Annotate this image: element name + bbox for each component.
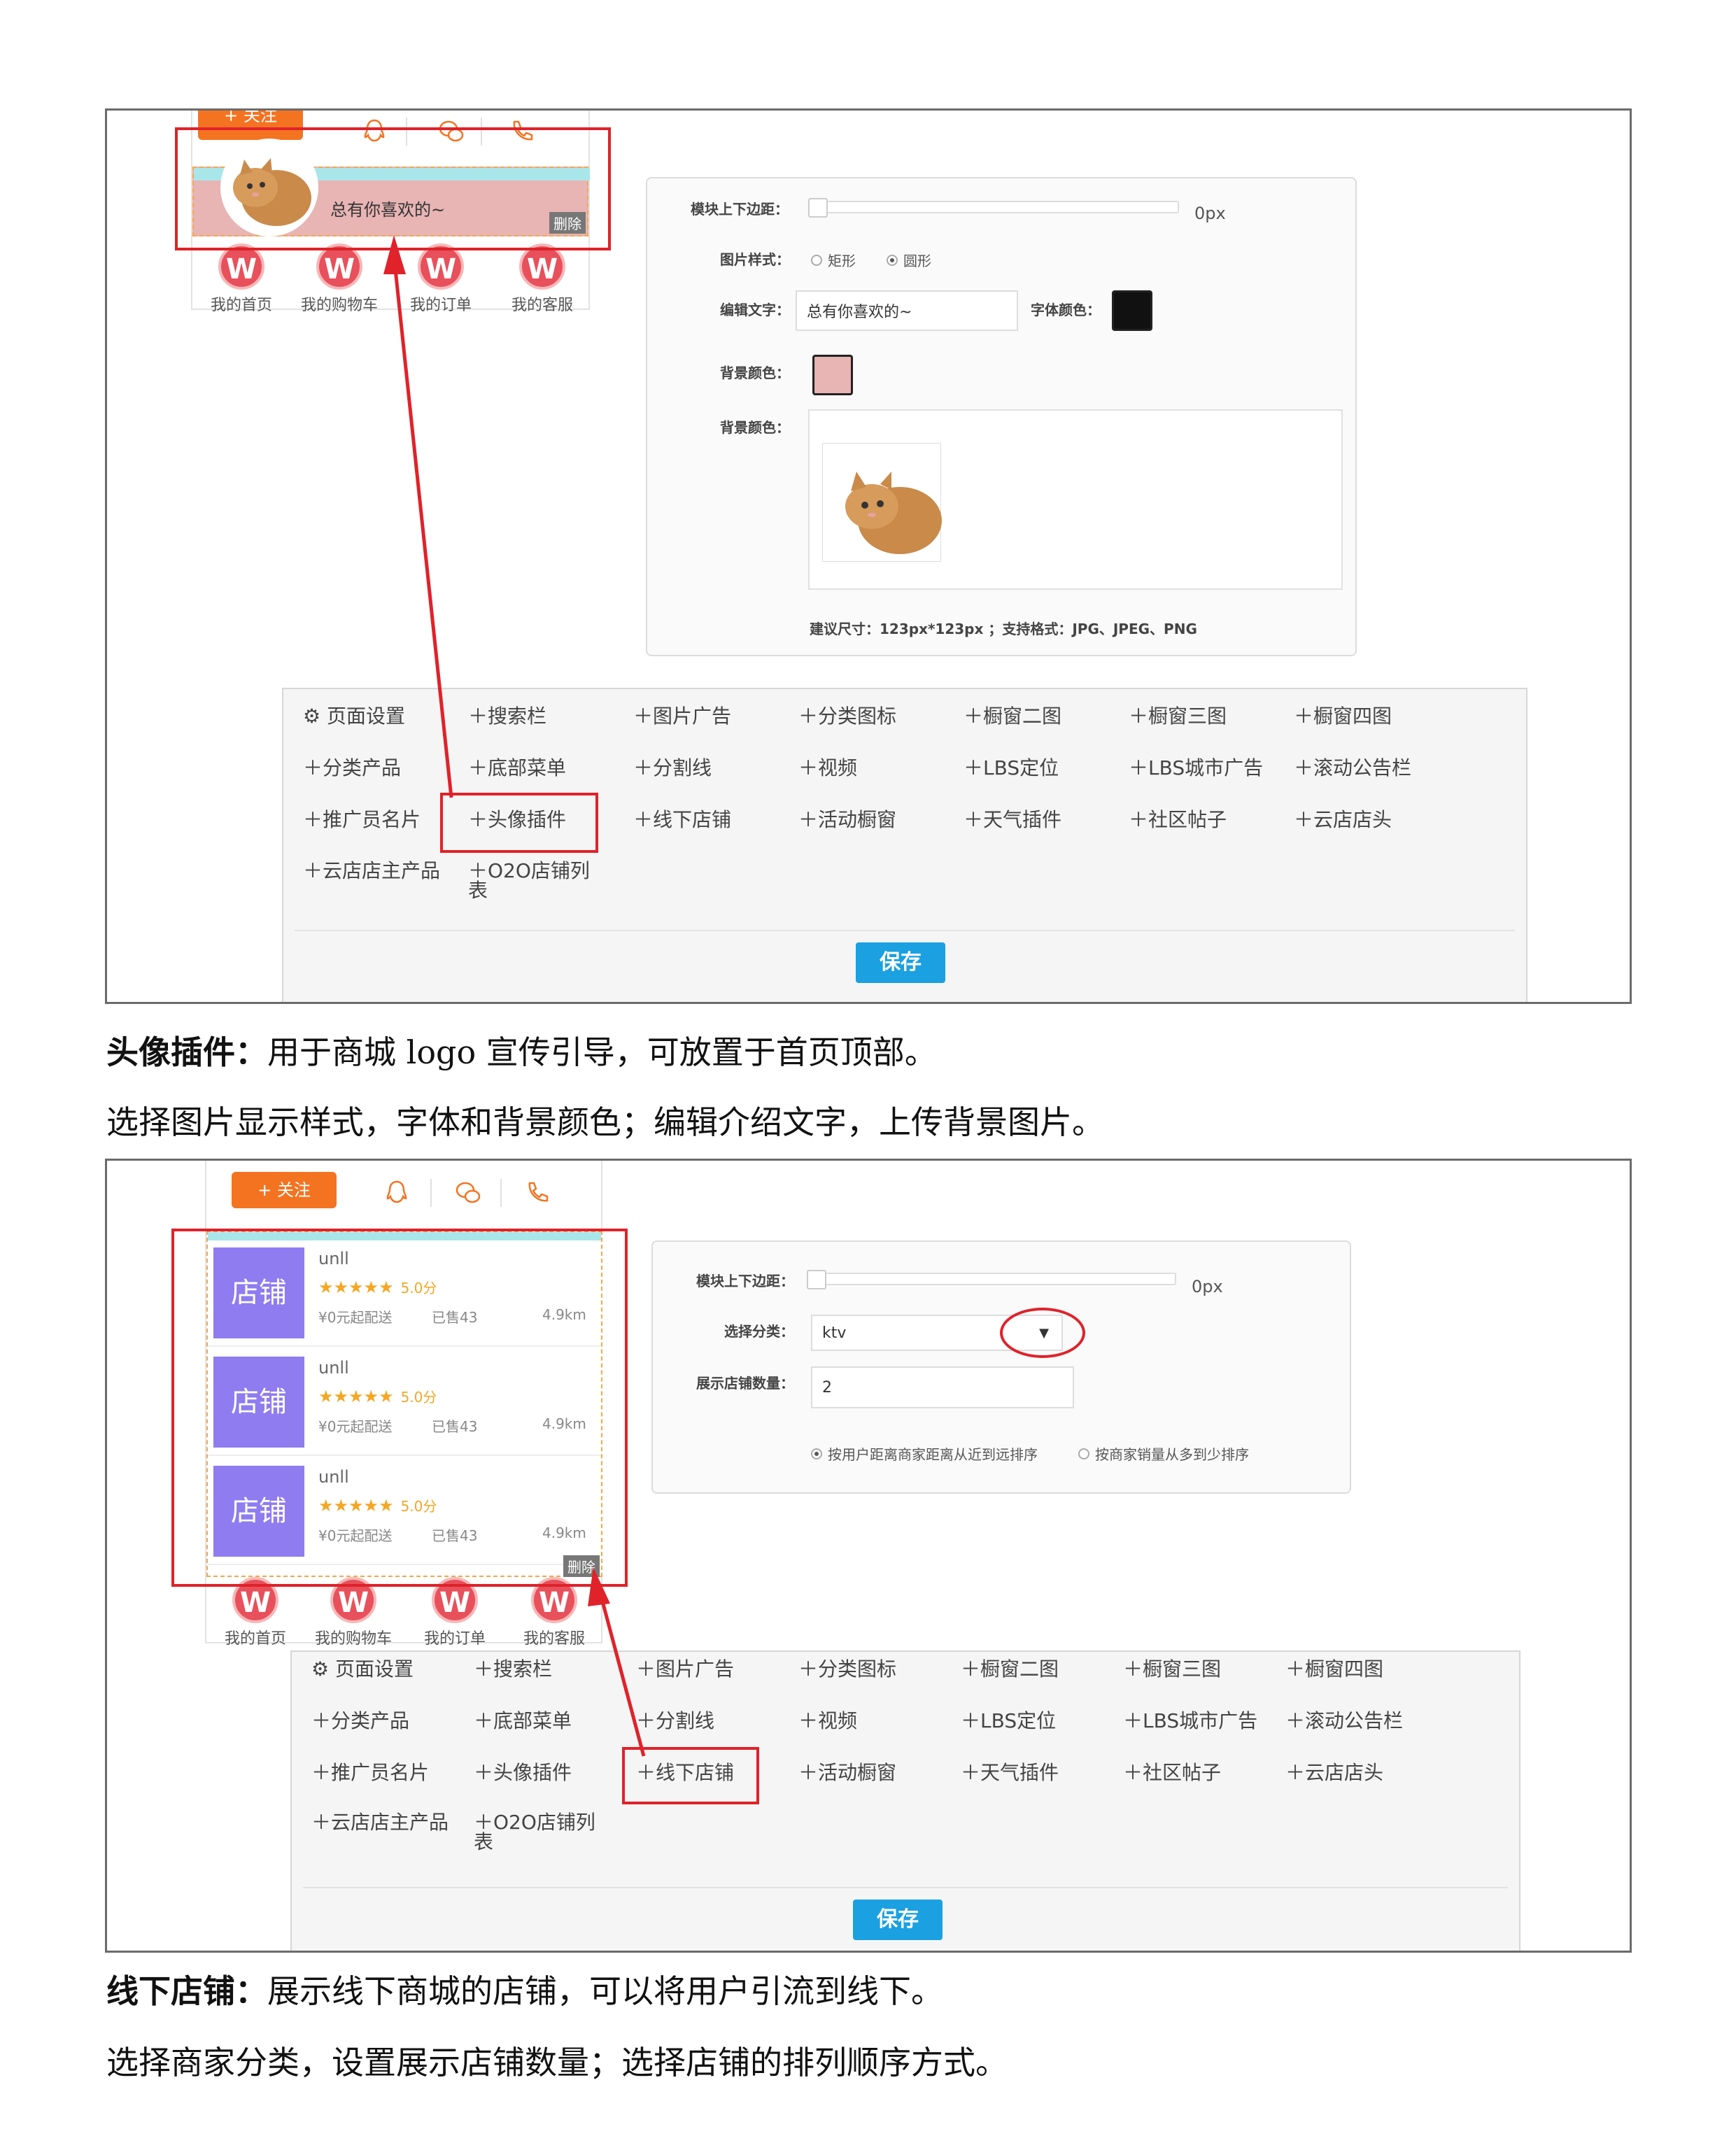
caption-body: 展示线下商城的店铺，可以将用户引流到线下。 xyxy=(267,1972,943,2010)
caption-offline-store: 线下店铺：展示线下商城的店铺，可以将用户引流到线下。 xyxy=(106,1966,943,2012)
caption-offline-store-2: 选择商家分类，设置展示店铺数量；选择店铺的排列顺序方式。 xyxy=(106,2044,1008,2081)
arrow-annotation xyxy=(588,1567,646,1757)
caption-title: 线下店铺： xyxy=(106,1972,267,2010)
